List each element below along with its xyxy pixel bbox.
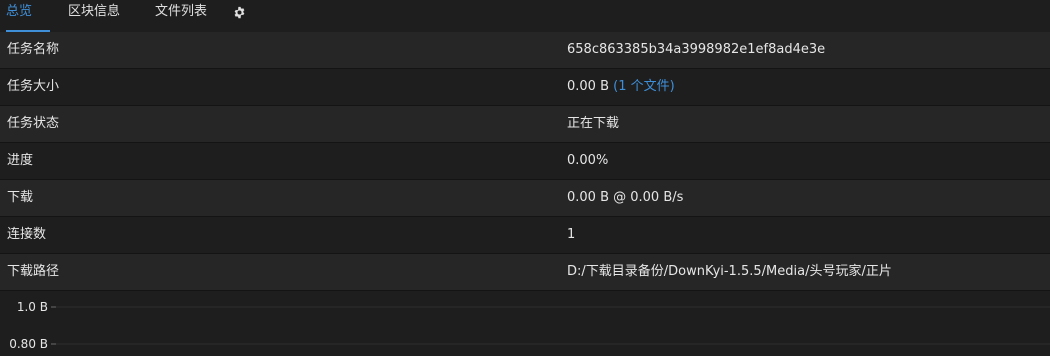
tab-blocks[interactable]: 区块信息 xyxy=(68,0,120,32)
tab-files-label: 文件列表 xyxy=(155,4,208,19)
speed-chart-svg: 1.0 B 0.80 B xyxy=(9,300,1050,351)
connections-value: 1 xyxy=(567,227,576,242)
row-task-size: 任务大小 0.00 B (1 个文件) xyxy=(0,69,1050,106)
gear-icon xyxy=(234,6,244,18)
task-size-label: 任务大小 xyxy=(7,79,60,94)
speed-chart: 1.0 B 0.80 B xyxy=(0,291,1050,352)
progress-value: 0.00% xyxy=(567,153,609,168)
tab-bar: 总览 区块信息 文件列表 xyxy=(0,0,1050,33)
chart-y-tick-label: 1.0 B xyxy=(17,300,48,314)
row-download: 下载 0.00 B @ 0.00 B/s xyxy=(0,180,1050,217)
task-status-label: 任务状态 xyxy=(7,116,60,131)
row-task-name: 任务名称 658c863385b34a3998982e1ef8ad4e3e xyxy=(0,32,1050,69)
connections-label: 连接数 xyxy=(7,227,47,242)
task-overview-table: 任务名称 658c863385b34a3998982e1ef8ad4e3e 任务… xyxy=(0,32,1050,291)
download-label: 下载 xyxy=(7,190,34,205)
task-name-label: 任务名称 xyxy=(7,42,60,57)
tab-files[interactable]: 文件列表 xyxy=(155,0,207,32)
task-name-value: 658c863385b34a3998982e1ef8ad4e3e xyxy=(567,42,826,57)
download-value: 0.00 B @ 0.00 B/s xyxy=(567,190,684,205)
file-count-link[interactable]: (1 个文件) xyxy=(613,79,675,94)
download-path-label: 下载路径 xyxy=(7,264,60,279)
tab-blocks-label: 区块信息 xyxy=(68,4,121,19)
tab-overview-label: 总览 xyxy=(6,4,33,19)
progress-label: 进度 xyxy=(7,153,34,168)
row-download-path: 下载路径 D:/下载目录备份/DownKyi-1.5.5/Media/头号玩家/… xyxy=(0,254,1050,291)
task-size-value: 0.00 B xyxy=(567,79,609,94)
row-progress: 进度 0.00% xyxy=(0,143,1050,180)
chart-y-tick-label: 0.80 B xyxy=(9,337,48,351)
tab-overview[interactable]: 总览 xyxy=(6,0,50,32)
row-task-status: 任务状态 正在下载 xyxy=(0,106,1050,143)
row-connections: 连接数 1 xyxy=(0,217,1050,254)
task-size-value-wrap: 0.00 B (1 个文件) xyxy=(567,69,675,105)
task-status-value: 正在下载 xyxy=(567,116,620,131)
tab-settings[interactable] xyxy=(232,0,246,24)
download-path-value: D:/下载目录备份/DownKyi-1.5.5/Media/头号玩家/正片 xyxy=(567,264,892,279)
